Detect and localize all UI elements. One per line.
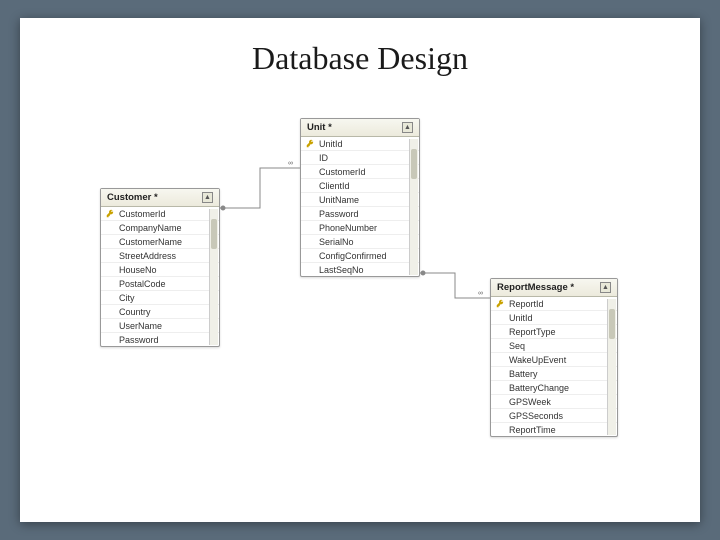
entity-unit[interactable]: Unit * ▲ UnitId ID CustomerId ClientId UnitN…: [300, 118, 420, 277]
field-row[interactable]: StreetAddress: [101, 249, 219, 263]
field-row[interactable]: UnitId: [301, 137, 419, 151]
field-row[interactable]: ReportTime: [491, 423, 617, 436]
field-row[interactable]: UnitId: [491, 311, 617, 325]
field-name: StreetAddress: [119, 251, 176, 261]
field-name: WakeUpEvent: [509, 355, 566, 365]
field-row[interactable]: LastSeqNo: [301, 263, 419, 276]
field-name: CompanyName: [119, 223, 182, 233]
field-row[interactable]: CustomerName: [101, 235, 219, 249]
field-name: PhoneNumber: [319, 223, 377, 233]
field-name: ReportId: [509, 299, 544, 309]
field-row[interactable]: Seq: [491, 339, 617, 353]
field-row[interactable]: ClientId: [301, 179, 419, 193]
field-row[interactable]: UnitName: [301, 193, 419, 207]
relationship-unit-report: [420, 268, 490, 308]
field-row[interactable]: GPSSeconds: [491, 409, 617, 423]
field-name: Password: [119, 335, 159, 345]
cardinality-many-icon: ∞: [478, 290, 483, 297]
field-name: City: [119, 293, 135, 303]
key-icon: [105, 209, 115, 218]
field-name: ID: [319, 153, 328, 163]
field-name: HouseNo: [119, 265, 157, 275]
field-row[interactable]: City: [101, 291, 219, 305]
field-row[interactable]: ReportId: [491, 297, 617, 311]
field-list-report: ReportId UnitId ReportType Seq WakeUpEvent Ba…: [491, 297, 617, 436]
field-name: ClientId: [319, 181, 350, 191]
diagram-canvas: Customer * ▲ CustomerIdCompanyNameCustom…: [100, 118, 660, 498]
key-icon: [495, 299, 505, 308]
entity-header-customer: Customer * ▲: [101, 189, 219, 207]
field-name: ReportType: [509, 327, 556, 337]
field-row[interactable]: Country: [101, 305, 219, 319]
field-name: Country: [119, 307, 151, 317]
field-list-unit: UnitId ID CustomerId ClientId UnitName Passwo…: [301, 137, 419, 276]
field-row[interactable]: BatteryChange: [491, 381, 617, 395]
field-name: UserName: [119, 321, 162, 331]
field-name: BatteryChange: [509, 383, 569, 393]
field-row[interactable]: HouseNo: [101, 263, 219, 277]
field-row[interactable]: Password: [301, 207, 419, 221]
field-row[interactable]: PostalCode: [101, 277, 219, 291]
field-name: ConfigConfirmed: [319, 251, 387, 261]
field-row[interactable]: CompanyName: [101, 221, 219, 235]
cardinality-many-icon: ∞: [288, 160, 293, 167]
field-name: CustomerId: [319, 167, 366, 177]
field-name: LastSeqNo: [319, 265, 364, 275]
field-name: Password: [319, 209, 359, 219]
entity-customer[interactable]: Customer * ▲ CustomerIdCompanyNameCustom…: [100, 188, 220, 347]
field-row[interactable]: SerialNo: [301, 235, 419, 249]
key-icon: [305, 139, 315, 148]
field-list-customer: CustomerId CompanyName CustomerName StreetA…: [101, 207, 219, 346]
field-row[interactable]: PhoneNumber: [301, 221, 419, 235]
field-name: UnitId: [509, 313, 533, 323]
relationship-customer-unit: [220, 158, 300, 218]
entity-title: ReportMessage *: [497, 282, 574, 293]
field-name: UnitName: [319, 195, 359, 205]
entity-title: Customer *: [107, 192, 158, 203]
field-name: ReportTime: [509, 425, 556, 435]
scrollbar[interactable]: [607, 299, 616, 435]
field-name: Seq: [509, 341, 525, 351]
field-row[interactable]: UserName: [101, 319, 219, 333]
field-name: GPSSeconds: [509, 411, 563, 421]
page-title: Database Design: [20, 40, 700, 77]
field-row[interactable]: Password: [101, 333, 219, 346]
field-name: GPSWeek: [509, 397, 551, 407]
field-row[interactable]: ConfigConfirmed: [301, 249, 419, 263]
entity-title: Unit *: [307, 122, 332, 133]
collapse-icon[interactable]: ▲: [402, 122, 413, 133]
field-name: Battery: [509, 369, 538, 379]
field-name: CustomerName: [119, 237, 182, 247]
field-row[interactable]: Battery: [491, 367, 617, 381]
field-row[interactable]: ReportType: [491, 325, 617, 339]
entity-header-report: ReportMessage * ▲: [491, 279, 617, 297]
slide: Database Design Customer * ▲ CustomerIdC…: [20, 18, 700, 522]
field-row[interactable]: GPSWeek: [491, 395, 617, 409]
collapse-icon[interactable]: ▲: [600, 282, 611, 293]
field-row[interactable]: CustomerId: [101, 207, 219, 221]
field-row[interactable]: WakeUpEvent: [491, 353, 617, 367]
entity-report[interactable]: ReportMessage * ▲ ReportId UnitId ReportTy…: [490, 278, 618, 437]
field-name: PostalCode: [119, 279, 166, 289]
scrollbar[interactable]: [209, 209, 218, 345]
field-name: UnitId: [319, 139, 343, 149]
field-row[interactable]: CustomerId: [301, 165, 419, 179]
field-row[interactable]: ID: [301, 151, 419, 165]
scrollbar[interactable]: [409, 139, 418, 275]
entity-header-unit: Unit * ▲: [301, 119, 419, 137]
field-name: CustomerId: [119, 209, 166, 219]
collapse-icon[interactable]: ▲: [202, 192, 213, 203]
field-name: SerialNo: [319, 237, 354, 247]
